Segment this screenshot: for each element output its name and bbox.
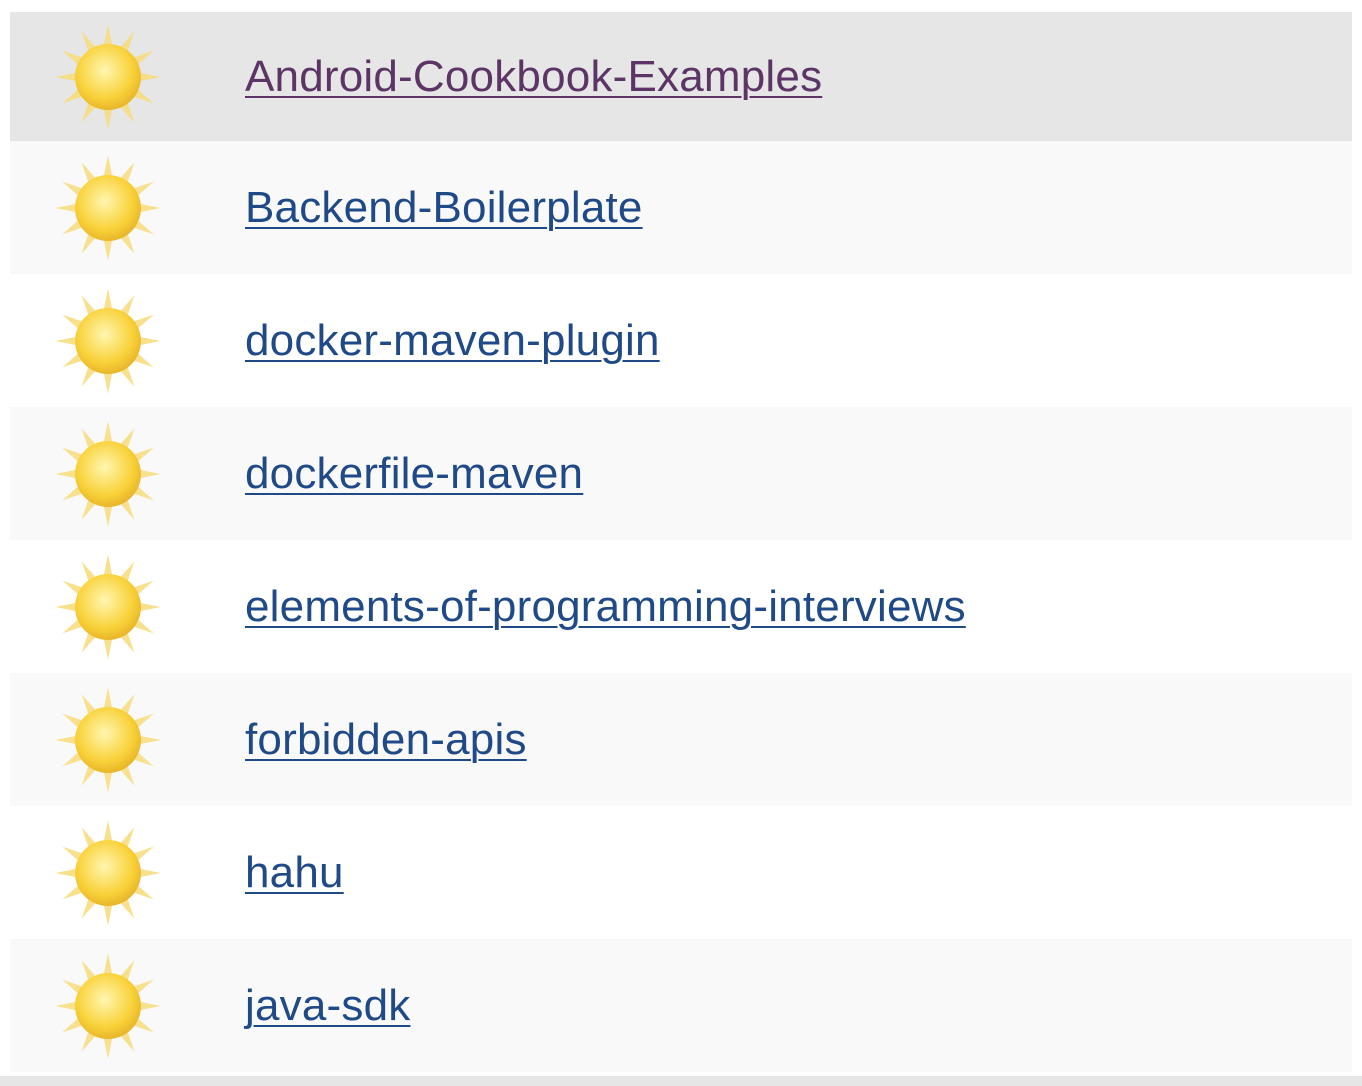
sunny-weather-icon <box>10 286 163 396</box>
weather-cell <box>10 685 245 795</box>
job-link[interactable]: java-sdk <box>245 981 410 1031</box>
weather-cell <box>10 818 245 928</box>
job-row[interactable]: forbidden-apis <box>10 673 1352 806</box>
weather-cell <box>10 286 245 396</box>
job-row[interactable]: Android-Cookbook-Examples <box>10 12 1352 141</box>
job-row[interactable]: docker-maven-plugin <box>10 274 1352 407</box>
job-link[interactable]: elements-of-programming-interviews <box>245 582 966 632</box>
job-link[interactable]: Backend-Boilerplate <box>245 183 643 233</box>
weather-cell <box>10 552 245 662</box>
sunny-weather-icon <box>10 419 163 529</box>
job-link[interactable]: hahu <box>245 848 344 898</box>
sunny-weather-icon <box>10 153 163 263</box>
job-row[interactable]: elements-of-programming-interviews <box>10 540 1352 673</box>
job-link[interactable]: docker-maven-plugin <box>245 316 660 366</box>
sunny-weather-icon <box>10 22 163 132</box>
job-list-page: Android-Cookbook-Examples Backend-Boiler… <box>0 0 1362 1086</box>
sunny-weather-icon <box>10 951 163 1061</box>
weather-cell <box>10 419 245 529</box>
weather-cell <box>10 153 245 263</box>
job-link[interactable]: dockerfile-maven <box>245 449 583 499</box>
weather-cell <box>10 22 245 132</box>
job-link[interactable]: forbidden-apis <box>245 715 527 765</box>
job-row[interactable]: Backend-Boilerplate <box>10 141 1352 274</box>
job-row[interactable]: dockerfile-maven <box>10 407 1352 540</box>
sunny-weather-icon <box>10 685 163 795</box>
list-bottom-border <box>0 1076 1362 1086</box>
job-list: Android-Cookbook-Examples Backend-Boiler… <box>10 12 1352 1072</box>
job-row[interactable]: java-sdk <box>10 939 1352 1072</box>
job-link[interactable]: Android-Cookbook-Examples <box>245 52 822 102</box>
weather-cell <box>10 951 245 1061</box>
sunny-weather-icon <box>10 818 163 928</box>
sunny-weather-icon <box>10 552 163 662</box>
job-row[interactable]: hahu <box>10 806 1352 939</box>
